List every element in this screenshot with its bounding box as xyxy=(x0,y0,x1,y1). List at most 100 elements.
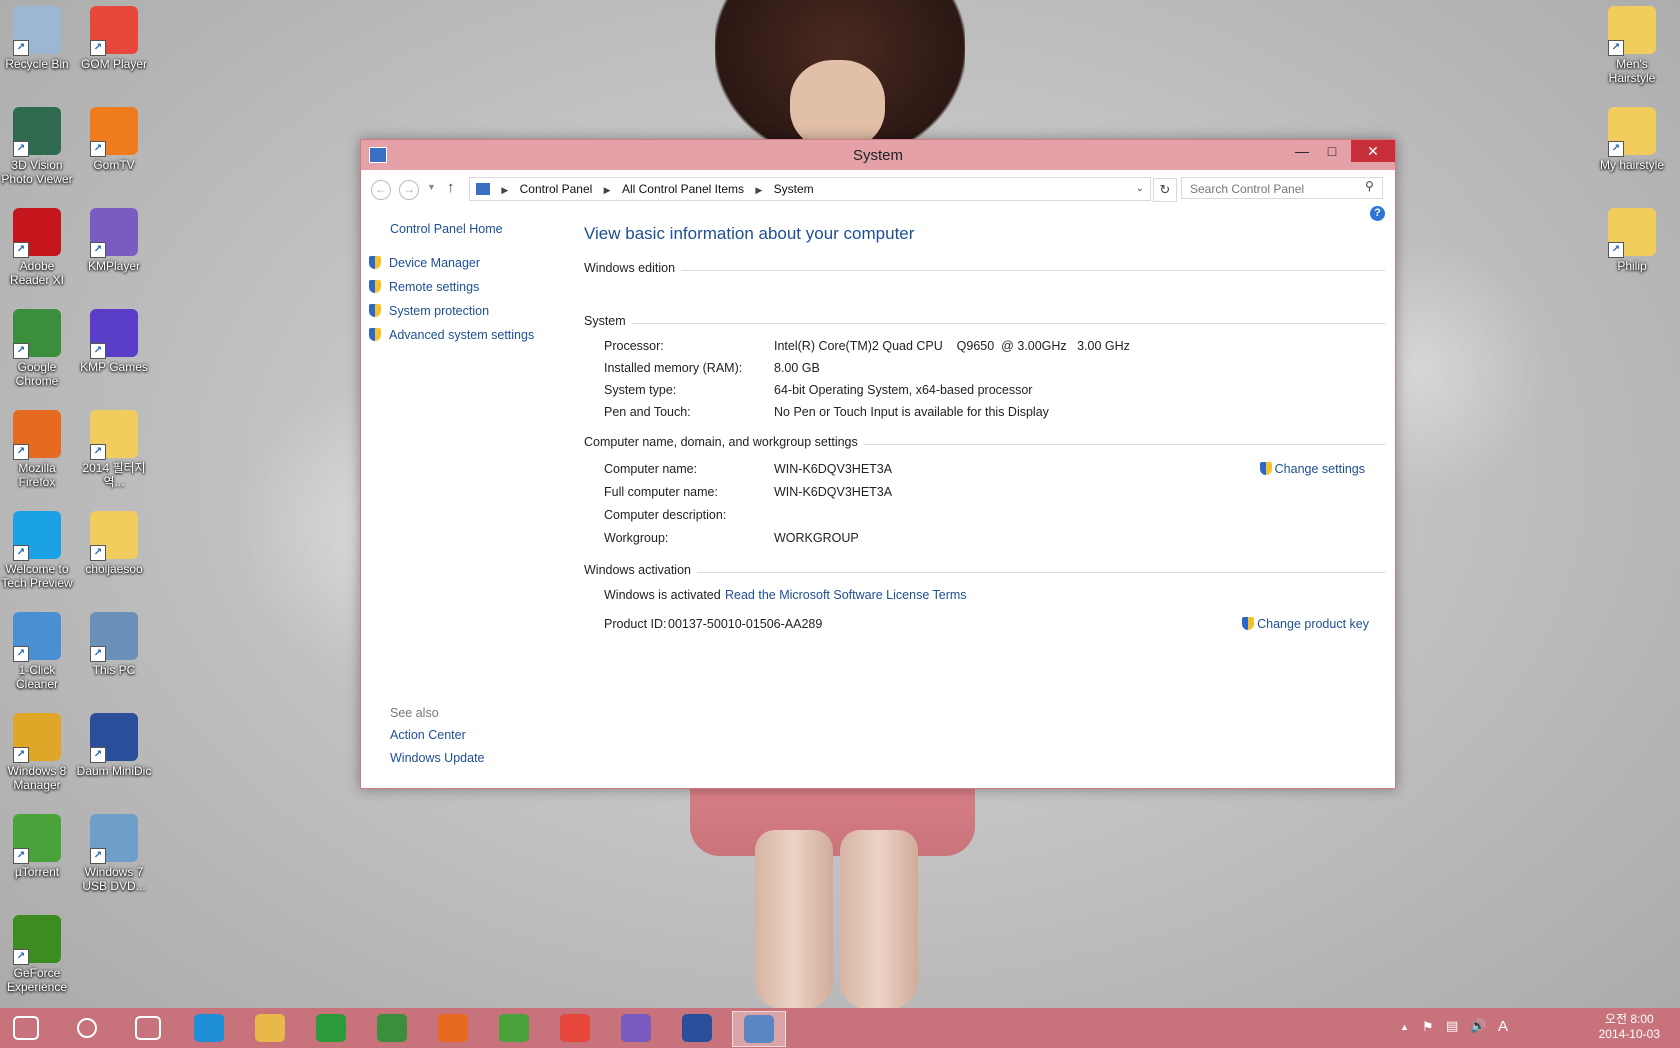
section-label: System xyxy=(584,314,632,328)
desktop-icon[interactable]: ↗ KMPlayer xyxy=(76,202,152,273)
breadcrumb-system[interactable]: System xyxy=(774,178,814,200)
up-button[interactable]: ↑ xyxy=(447,179,455,196)
control-panel-home-link[interactable]: Control Panel Home xyxy=(390,222,503,236)
shortcut-arrow-icon: ↗ xyxy=(90,343,106,359)
product-id-value: 00137-50010-01506-AA289 xyxy=(668,617,823,631)
chrome-taskbar-button[interactable] xyxy=(366,1011,418,1045)
shortcut-arrow-icon: ↗ xyxy=(90,40,106,56)
desktop-icon[interactable]: ↗ Men's Hairstyle xyxy=(1594,0,1670,85)
advanced-system-settings-link[interactable]: Advanced system settings xyxy=(369,328,534,342)
chevron-right-icon[interactable]: ▶ xyxy=(755,179,762,201)
desktop-icon[interactable]: ↗ This PC xyxy=(76,606,152,677)
window-title: System xyxy=(852,147,903,164)
clock[interactable]: 오전 8:00 2014-10-03 xyxy=(1599,1012,1660,1042)
refresh-button[interactable]: ↻ xyxy=(1153,178,1177,202)
clock-date: 2014-10-03 xyxy=(1598,1027,1660,1041)
desktop-icon[interactable]: ↗ Google Chrome xyxy=(0,303,75,388)
task-view-taskbar-button[interactable] xyxy=(122,1011,174,1045)
search-taskbar-button[interactable] xyxy=(61,1011,113,1045)
user-folder-icon: ↗ xyxy=(90,511,138,561)
gom-player-taskbar-button[interactable] xyxy=(549,1011,601,1045)
desktop-icon[interactable]: ↗ 3D Vision Photo Viewer xyxy=(0,101,75,186)
utorrent-taskbar-button[interactable] xyxy=(488,1011,540,1045)
shortcut-arrow-icon: ↗ xyxy=(13,343,29,359)
store-taskbar-button[interactable] xyxy=(305,1011,357,1045)
desktop-icon-label: 3D Vision Photo Viewer xyxy=(1,158,73,186)
change-product-key-link[interactable]: Change product key xyxy=(1242,617,1369,631)
recent-locations-chevron-icon[interactable]: ▼ xyxy=(427,182,436,192)
search-input[interactable]: Search Control Panel xyxy=(1181,177,1383,199)
desktop-icon-label: Men's Hairstyle xyxy=(1608,57,1656,85)
desktop-icon[interactable]: ↗ µTorrent xyxy=(0,808,75,879)
start-windows-taskbar-button[interactable] xyxy=(0,1011,52,1045)
desktop-icon-label: µTorrent xyxy=(14,865,60,879)
internet-explorer-taskbar-button[interactable] xyxy=(183,1011,235,1045)
back-button[interactable]: ← xyxy=(371,180,391,200)
file-explorer-taskbar-button[interactable] xyxy=(244,1011,296,1045)
change-settings-label[interactable]: Change settings xyxy=(1275,462,1365,476)
system-protection-label[interactable]: System protection xyxy=(389,304,489,318)
firefox-taskbar-button[interactable] xyxy=(427,1011,479,1045)
change-product-key-label[interactable]: Change product key xyxy=(1257,617,1369,631)
taskbar: ▲ ⚑ ▤ 🔊 A 오전 8:00 2014-10-03 xyxy=(0,1008,1680,1048)
license-terms-link[interactable]: Read the Microsoft Software License Term… xyxy=(725,588,967,602)
breadcrumb-all-control-panel-items[interactable]: All Control Panel Items xyxy=(622,178,744,200)
desktop-icon-label: Mozilla Firefox xyxy=(18,461,56,489)
action-center-flag-icon[interactable]: ⚑ xyxy=(1422,1019,1434,1035)
kmplayer-taskbar-button[interactable] xyxy=(610,1011,662,1045)
cleaner-icon: ↗ xyxy=(13,612,61,662)
folder-icon: ↗ xyxy=(90,410,138,460)
desktop-icon[interactable]: ↗ Adobe Reader XI xyxy=(0,202,75,287)
windows-update-link[interactable]: Windows Update xyxy=(390,751,485,765)
chevron-right-icon[interactable]: ▶ xyxy=(604,179,611,201)
title-bar[interactable]: System — □ ✕ xyxy=(361,140,1395,170)
desktop-icon[interactable]: ↗ GomTV xyxy=(76,101,152,172)
desktop-icon[interactable]: ↗ GOM Player xyxy=(76,0,152,71)
remote-settings-link[interactable]: Remote settings xyxy=(369,280,479,294)
address-dropdown-icon[interactable]: ⌄ xyxy=(1136,178,1144,200)
desktop-icon[interactable]: ↗ GeForce Experience xyxy=(0,909,75,994)
task-view-icon xyxy=(135,1016,161,1040)
volume-icon[interactable]: 🔊 xyxy=(1470,1018,1486,1034)
ime-indicator[interactable]: A xyxy=(1498,1018,1508,1035)
remote-settings-label[interactable]: Remote settings xyxy=(389,280,479,294)
win8-manager-icon: ↗ xyxy=(13,713,61,763)
show-hidden-icons-icon[interactable]: ▲ xyxy=(1400,1022,1409,1032)
this-pc-icon: ↗ xyxy=(90,612,138,662)
folder-icon: ↗ xyxy=(1608,208,1656,258)
maximize-button[interactable]: □ xyxy=(1317,140,1347,162)
breadcrumb-control-panel[interactable]: Control Panel xyxy=(520,178,593,200)
desktop-icon[interactable]: ↗ 2014 필터지역... xyxy=(76,404,152,489)
desktop-icon[interactable]: ↗ My hairstyle xyxy=(1594,101,1670,172)
help-icon[interactable]: ? xyxy=(1370,206,1385,221)
device-manager-label[interactable]: Device Manager xyxy=(389,256,480,270)
desktop-icon[interactable]: ↗ Philip xyxy=(1594,202,1670,273)
network-icon[interactable]: ▤ xyxy=(1446,1018,1458,1034)
device-manager-link[interactable]: Device Manager xyxy=(369,256,480,270)
search-icon[interactable]: ⚲ xyxy=(1365,179,1374,193)
desktop-icon[interactable]: ↗ choijaesoo xyxy=(76,505,152,576)
action-center-link[interactable]: Action Center xyxy=(390,728,466,742)
desktop-icon[interactable]: ↗ Daum MiniDic xyxy=(76,707,152,778)
desktop-icon-label: Windows 7 USB DVD... xyxy=(82,865,146,893)
gomtv-icon: ↗ xyxy=(90,107,138,157)
desktop-icon[interactable]: ↗ Recycle Bin xyxy=(0,0,75,71)
change-settings-link[interactable]: Change settings xyxy=(1259,462,1365,476)
desktop-icon[interactable]: ↗ Mozilla Firefox xyxy=(0,404,75,489)
desktop-icon[interactable]: ↗ Windows 7 USB DVD... xyxy=(76,808,152,893)
kmplayer-icon: ↗ xyxy=(90,208,138,258)
advanced-system-settings-label[interactable]: Advanced system settings xyxy=(389,328,534,342)
desktop-icon[interactable]: ↗ Windows 8 Manager xyxy=(0,707,75,792)
daum-minidic-taskbar-button[interactable] xyxy=(671,1011,723,1045)
folder-icon: ↗ xyxy=(1608,6,1656,56)
desktop-icon[interactable]: ↗ Welcome to Tech Preview xyxy=(0,505,75,590)
minimize-button[interactable]: — xyxy=(1287,140,1317,162)
system-protection-link[interactable]: System protection xyxy=(369,304,489,318)
desktop-icon[interactable]: ↗ KMP Games xyxy=(76,303,152,374)
forward-button[interactable]: → xyxy=(399,180,419,200)
address-bar[interactable]: ▶ Control Panel ▶ All Control Panel Item… xyxy=(469,177,1151,201)
shortcut-arrow-icon: ↗ xyxy=(90,141,106,157)
control-panel-taskbar-button[interactable] xyxy=(732,1011,786,1047)
close-button[interactable]: ✕ xyxy=(1351,140,1395,162)
desktop-icon[interactable]: ↗ 1-Click Cleaner xyxy=(0,606,75,691)
